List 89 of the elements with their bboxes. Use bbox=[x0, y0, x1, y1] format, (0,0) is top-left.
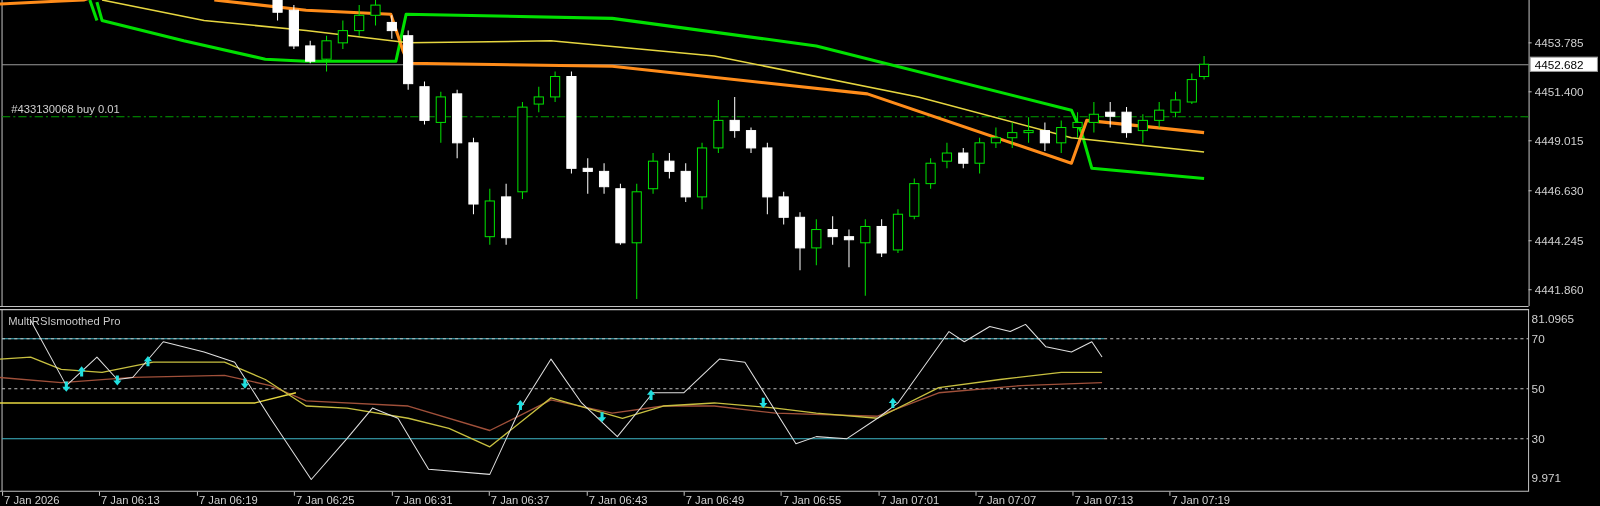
candlestick bbox=[435, 91, 446, 144]
indicator-axis-label: 70 bbox=[1531, 331, 1545, 345]
candlestick bbox=[321, 35, 332, 72]
candlestick bbox=[1023, 116, 1034, 144]
candlestick bbox=[1105, 101, 1116, 129]
candlestick bbox=[1137, 113, 1148, 144]
indicator-title: MultiRSIsmoothed Pro bbox=[8, 315, 121, 328]
down-arrow-icon bbox=[62, 381, 71, 392]
candlestick bbox=[1121, 106, 1132, 139]
candlestick bbox=[745, 127, 757, 154]
candlestick bbox=[958, 147, 969, 169]
price-axis-label: 4451.400 bbox=[1534, 85, 1584, 99]
candlestick bbox=[615, 183, 626, 246]
price-axis-label: 4444.245 bbox=[1534, 234, 1584, 248]
up-arrow-icon bbox=[888, 397, 897, 409]
candlestick bbox=[843, 229, 855, 268]
candlestick bbox=[729, 96, 740, 139]
time-axis-label: 7 Jan 2026 bbox=[4, 493, 60, 506]
current-price-label: 4452.682 bbox=[1529, 56, 1598, 72]
candlestick bbox=[1056, 119, 1067, 154]
candlestick bbox=[680, 162, 691, 203]
candlestick bbox=[288, 4, 299, 50]
candlestick bbox=[501, 183, 512, 246]
candlestick bbox=[925, 157, 936, 190]
time-axis-label: 7 Jan 07:19 bbox=[1171, 493, 1231, 506]
price-axis-label: 4449.015 bbox=[1534, 134, 1584, 148]
candlestick bbox=[305, 40, 316, 64]
up-arrow-icon bbox=[516, 399, 525, 411]
time-axis-label: 7 Jan 07:01 bbox=[880, 493, 940, 506]
time-axis-label: 7 Jan 06:37 bbox=[490, 493, 550, 506]
candlestick bbox=[941, 142, 953, 169]
candlestick bbox=[696, 142, 708, 210]
trade-order-label: #433130068 buy 0.01 bbox=[11, 103, 120, 116]
candlestick bbox=[664, 152, 675, 180]
candlestick bbox=[794, 211, 806, 271]
indicator-axis-label: 50 bbox=[1531, 381, 1545, 395]
candlestick bbox=[452, 89, 463, 159]
candlestick bbox=[876, 218, 887, 258]
candlestick bbox=[1170, 91, 1181, 118]
candlestick bbox=[713, 99, 724, 154]
candlestick bbox=[599, 162, 610, 195]
candlestick bbox=[892, 208, 904, 254]
price-axis-label: 4441.860 bbox=[1534, 283, 1584, 297]
candlestick bbox=[533, 86, 544, 113]
candlestick bbox=[370, 0, 381, 26]
candlestick bbox=[647, 152, 659, 195]
time-axis-label: 7 Jan 06:43 bbox=[588, 493, 648, 506]
price-axis-label: 4453.785 bbox=[1534, 36, 1584, 50]
up-arrow-icon bbox=[77, 366, 86, 377]
candlestick bbox=[272, 0, 283, 21]
candlestick bbox=[419, 81, 430, 125]
candlestick bbox=[337, 19, 348, 50]
candlestick bbox=[484, 188, 495, 246]
down-arrow-icon bbox=[240, 378, 249, 389]
candlestick bbox=[1072, 111, 1083, 139]
time-axis-label: 7 Jan 06:13 bbox=[101, 493, 160, 506]
time-axis-label: 7 Jan 06:49 bbox=[685, 493, 745, 506]
down-arrow-icon bbox=[759, 397, 768, 409]
candlestick bbox=[1039, 121, 1050, 152]
candlestick bbox=[974, 137, 985, 174]
time-axis-label: 7 Jan 07:07 bbox=[977, 493, 1037, 506]
candlestick bbox=[827, 215, 838, 246]
time-axis-label: 7 Jan 06:25 bbox=[295, 493, 355, 506]
candlestick bbox=[582, 157, 593, 195]
time-axis-label: 7 Jan 06:31 bbox=[393, 493, 453, 506]
candlestick bbox=[909, 178, 920, 220]
up-arrow-icon bbox=[143, 356, 153, 367]
indicator-axis-label: 30 bbox=[1531, 431, 1545, 445]
candlestick bbox=[1154, 101, 1165, 129]
time-axis-label: 7 Jan 06:55 bbox=[782, 493, 842, 506]
candlestick bbox=[990, 127, 1001, 149]
candlestick bbox=[1199, 55, 1210, 81]
candlestick bbox=[811, 218, 822, 266]
candlestick bbox=[550, 70, 561, 103]
time-axis-label: 7 Jan 07:13 bbox=[1074, 493, 1134, 506]
down-arrow-icon bbox=[597, 412, 607, 423]
candlestick bbox=[1007, 121, 1018, 149]
candlestick bbox=[1088, 101, 1099, 134]
candlestick bbox=[354, 4, 365, 37]
time-axis-label: 7 Jan 06:19 bbox=[199, 493, 258, 506]
indicator-axis-label: 9.971 bbox=[1531, 470, 1561, 484]
candlestick bbox=[778, 191, 789, 225]
price-axis-label: 4446.630 bbox=[1534, 184, 1584, 198]
up-arrow-icon bbox=[646, 389, 656, 400]
candlestick bbox=[1186, 72, 1197, 105]
down-arrow-icon bbox=[113, 375, 122, 386]
candlestick bbox=[386, 14, 397, 40]
candlestick bbox=[403, 30, 414, 91]
indicator-axis-label: 81.0965 bbox=[1531, 312, 1574, 326]
